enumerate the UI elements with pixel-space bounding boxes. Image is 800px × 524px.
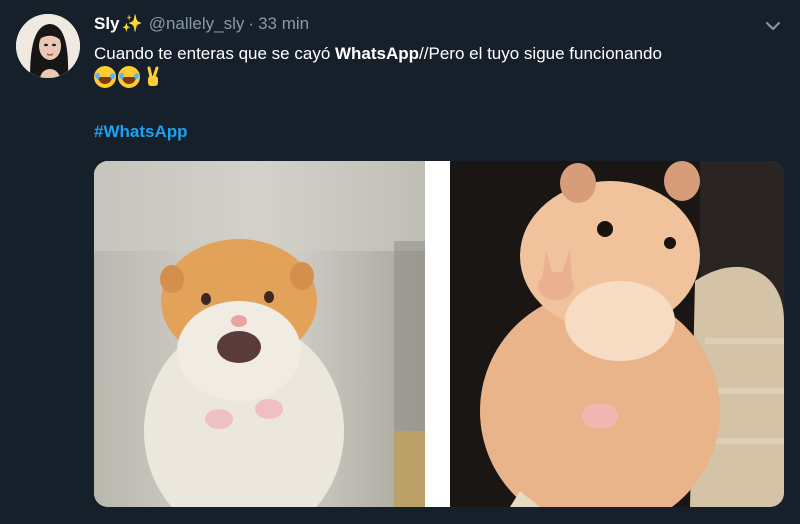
chevron-down-icon[interactable] xyxy=(763,16,783,36)
sparkles-icon: ✨ xyxy=(121,14,143,33)
face-with-tears-of-joy-icon xyxy=(118,66,140,88)
display-name[interactable]: Sly xyxy=(94,14,120,34)
tweet-text-bold: WhatsApp xyxy=(335,44,420,63)
avatar-image xyxy=(16,14,80,78)
tweet-text: Cuando te enteras que se cayó WhatsApp//… xyxy=(94,42,774,66)
avatar[interactable] xyxy=(16,14,80,78)
emoji-row xyxy=(94,66,164,90)
scared-hamster-image[interactable] xyxy=(94,161,425,507)
tweet-text-part: Cuando te enteras que se cayó xyxy=(94,44,335,63)
handle[interactable]: @nallely_sly xyxy=(149,14,245,34)
hamster-peace-sign-image[interactable] xyxy=(450,161,784,507)
timestamp[interactable]: 33 min xyxy=(258,14,309,34)
media-container[interactable] xyxy=(94,161,784,507)
separator-dot: · xyxy=(248,14,255,33)
face-with-tears-of-joy-icon xyxy=(94,66,116,88)
victory-hand-icon xyxy=(142,66,164,88)
tweet-header: Sly ✨ @nallely_sly · 33 min xyxy=(94,12,309,36)
tweet[interactable]: Sly ✨ @nallely_sly · 33 min Cuando te en… xyxy=(0,0,800,524)
hashtag-link[interactable]: #WhatsApp xyxy=(94,122,188,142)
tweet-text-part: //Pero el tuyo sigue funcionando xyxy=(419,44,662,63)
